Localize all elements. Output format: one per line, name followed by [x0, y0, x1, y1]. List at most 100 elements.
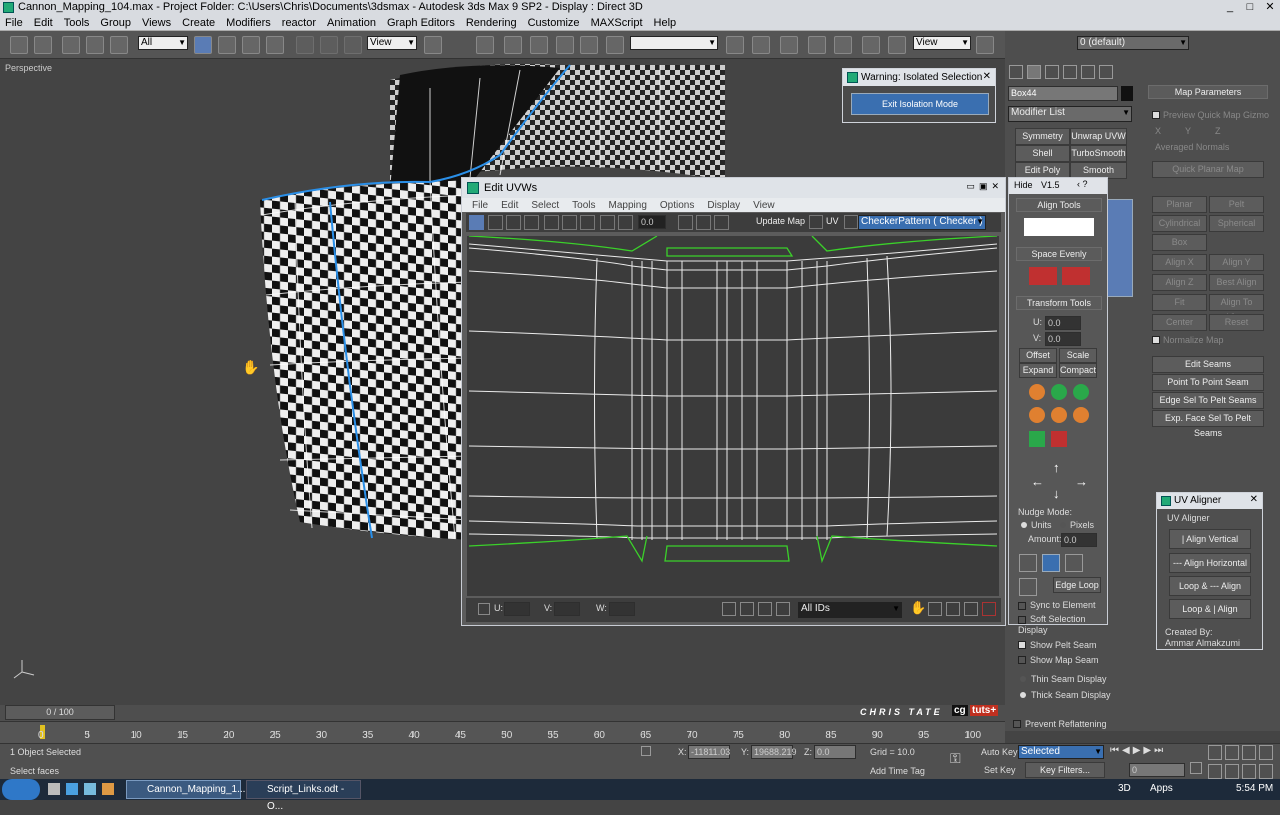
tray-3d[interactable]: 3D [1118, 783, 1131, 794]
menu-animation[interactable]: Animation [327, 17, 376, 29]
set-key-icon[interactable]: ⚿ [950, 750, 961, 767]
start-button[interactable] [2, 779, 40, 800]
tray-apps[interactable]: Apps [1150, 783, 1173, 794]
pivot-icon[interactable] [424, 36, 442, 54]
uv-mirror-icon[interactable] [544, 215, 559, 230]
collapse-icon[interactable]: ‹ ? [1077, 179, 1088, 189]
material-editor-icon[interactable] [862, 36, 880, 54]
play-icon[interactable]: ▶ [1133, 745, 1141, 759]
uvw-menu-display[interactable]: Display [707, 200, 740, 211]
spherical-button[interactable]: Spherical [1209, 215, 1264, 232]
select-faces-icon[interactable] [1065, 554, 1083, 572]
next-frame-icon[interactable]: ▶ [1143, 745, 1151, 759]
face-sel-to-pelt-button[interactable]: Exp. Face Sel To Pelt Seams [1152, 410, 1264, 438]
normalize-map-checkbox[interactable] [1152, 336, 1160, 344]
manipulate-icon[interactable] [476, 36, 494, 54]
uv-flatten-icon[interactable] [714, 215, 729, 230]
menu-views[interactable]: Views [142, 17, 171, 29]
spinner-snap-icon[interactable] [580, 36, 598, 54]
shell-button[interactable]: Shell [1015, 145, 1070, 162]
select-by-name-icon[interactable] [218, 36, 236, 54]
loop-align-h-button[interactable]: Loop & --- Align [1169, 576, 1251, 596]
move-icon[interactable] [296, 36, 314, 54]
edge-sel-to-pelt-button[interactable]: Edge Sel To Pelt Seams [1152, 392, 1264, 409]
freeze-icon[interactable] [758, 602, 772, 616]
quick-render-icon[interactable] [976, 36, 994, 54]
fov-icon[interactable] [1208, 764, 1222, 779]
link-icon[interactable] [62, 36, 80, 54]
uvw-menu-file[interactable]: File [472, 200, 488, 211]
viewport-label[interactable]: Perspective [5, 63, 52, 73]
space-evenly-v-icon[interactable] [1062, 267, 1090, 285]
side-u-field[interactable]: 0.0 [1045, 316, 1081, 330]
quick-planar-button[interactable]: Quick Planar Map [1152, 161, 1264, 178]
align-icon[interactable] [752, 36, 770, 54]
uv-break-icon[interactable] [678, 215, 693, 230]
go-end-icon[interactable]: ⏭ [1154, 745, 1163, 759]
rotate-ccw-icon[interactable] [1029, 384, 1045, 400]
menu-create[interactable]: Create [182, 17, 215, 29]
transform-tools-rollout[interactable]: Transform Tools [1016, 296, 1102, 310]
texture-dropdown[interactable]: CheckerPattern ( Checker ) [858, 215, 986, 230]
maximize-viewport-icon[interactable] [1259, 764, 1273, 779]
grid-snap-icon[interactable] [982, 602, 996, 616]
prev-frame-icon[interactable]: ◀ [1122, 745, 1130, 759]
utilities-tab-icon[interactable] [1099, 65, 1113, 79]
task-document[interactable]: Script_Links.odt - O... [246, 780, 361, 812]
nudge-right-icon[interactable]: → [1075, 474, 1088, 489]
w-coord-field[interactable] [609, 602, 635, 616]
uv-contract-icon[interactable] [580, 215, 595, 230]
object-name-field[interactable]: Box44 [1008, 86, 1118, 101]
motion-tab-icon[interactable] [1063, 65, 1077, 79]
show-map-seam-checkbox[interactable] [1018, 656, 1026, 664]
align-tools-rollout[interactable]: Align Tools [1016, 198, 1102, 212]
planar-button[interactable]: Planar [1152, 196, 1207, 213]
zoom-all-icon[interactable] [1225, 745, 1239, 760]
menu-edit[interactable]: Edit [34, 17, 53, 29]
zoom-extents-all-icon[interactable] [1259, 745, 1273, 760]
menu-maxscript[interactable]: MAXScript [591, 17, 643, 29]
x-coord-field[interactable]: -11811.03 [688, 745, 730, 759]
uv-rotate-icon[interactable] [488, 215, 503, 230]
display-tab-icon[interactable] [1081, 65, 1095, 79]
thick-seam-radio[interactable] [1020, 692, 1026, 698]
loop-align-v-button[interactable]: Loop & | Align [1169, 599, 1251, 619]
close-button[interactable]: ✕ [1260, 0, 1280, 15]
percent-snap-icon[interactable] [556, 36, 574, 54]
cylindrical-button[interactable]: Cylindrical [1152, 215, 1207, 232]
zoom-icon[interactable] [928, 602, 942, 616]
uv-soft-select-icon[interactable] [600, 215, 615, 230]
redo-icon[interactable] [34, 36, 52, 54]
uvw-menu-view[interactable]: View [753, 200, 775, 211]
lock-selected-icon[interactable] [722, 602, 736, 616]
prevent-reflattening-checkbox[interactable] [1013, 720, 1021, 728]
auto-key-button[interactable]: Auto Key [981, 747, 1018, 757]
edge-loop-button[interactable]: Edge Loop [1053, 577, 1101, 593]
align-tools-icons[interactable] [1024, 218, 1094, 236]
v-coord-field[interactable] [554, 602, 580, 616]
uvw-menu-options[interactable]: Options [660, 200, 694, 211]
units-radio[interactable] [1021, 522, 1027, 528]
uv-move-icon[interactable] [469, 215, 484, 230]
quicklaunch-icon[interactable] [84, 783, 96, 795]
flip-h-icon[interactable] [1029, 430, 1045, 447]
fit-button[interactable]: Fit [1152, 294, 1207, 311]
uvw-menu-tools[interactable]: Tools [572, 200, 595, 211]
menu-rendering[interactable]: Rendering [466, 17, 517, 29]
map-parameters-rollout[interactable]: Map Parameters [1148, 85, 1268, 99]
rotate-icon[interactable] [320, 36, 338, 54]
menu-help[interactable]: Help [654, 17, 677, 29]
show-pelt-seam-checkbox[interactable] [1018, 641, 1026, 649]
box-button[interactable]: Box [1152, 234, 1207, 251]
filter-selected-icon[interactable] [776, 602, 790, 616]
add-time-tag-button[interactable]: Add Time Tag [870, 766, 925, 776]
u-coord-field[interactable] [504, 602, 530, 616]
scale-button[interactable]: Scale [1059, 348, 1097, 363]
uvw-maximize-icon[interactable]: ▣ [979, 181, 988, 192]
mirror-icon[interactable] [726, 36, 744, 54]
pan-view-icon[interactable] [1225, 764, 1239, 779]
pan-hand-icon[interactable]: ✋ [910, 600, 926, 616]
uv-freeform-icon[interactable] [524, 215, 539, 230]
media-icon[interactable] [102, 783, 114, 795]
rotate-cw-icon[interactable] [1073, 384, 1089, 400]
